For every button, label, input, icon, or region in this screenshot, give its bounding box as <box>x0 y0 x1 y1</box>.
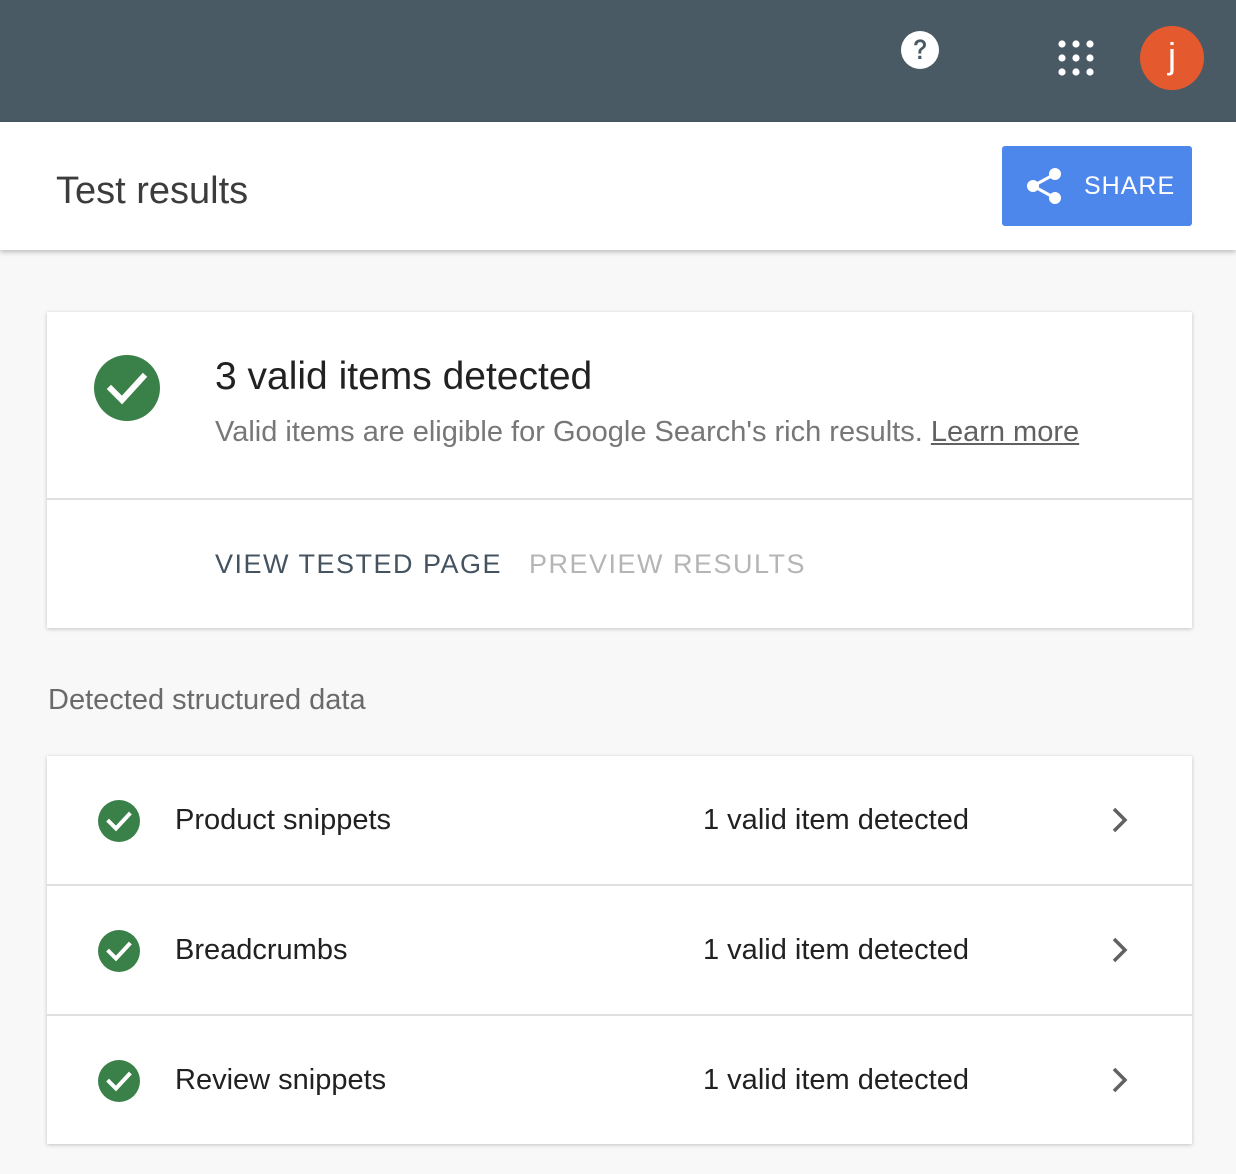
summary-title: 3 valid items detected <box>215 355 593 398</box>
list-item-breadcrumbs[interactable]: Breadcrumbs 1 valid item detected <box>47 886 1192 1014</box>
item-name: Product snippets <box>175 804 392 836</box>
check-circle-icon <box>98 930 140 972</box>
divider <box>47 498 1192 500</box>
section-heading: Detected structured data <box>48 684 366 716</box>
share-label: SHARE <box>1084 171 1176 200</box>
item-name: Review snippets <box>175 1064 387 1096</box>
chevron-right-icon <box>1112 937 1128 963</box>
chevron-right-icon <box>1112 1067 1128 1093</box>
learn-more-link[interactable]: Learn more <box>931 416 1079 448</box>
chevron-right-icon <box>1112 807 1128 833</box>
share-button[interactable]: SHARE <box>1002 146 1192 226</box>
summary-description: Valid items are eligible for Google Sear… <box>215 412 1079 452</box>
page-header: Test results SHARE <box>0 122 1236 250</box>
item-status: 1 valid item detected <box>703 1064 969 1096</box>
preview-results-button: PREVIEW RESULTS <box>529 549 807 579</box>
item-status: 1 valid item detected <box>703 934 969 966</box>
item-name: Breadcrumbs <box>175 934 348 966</box>
list-item-product-snippets[interactable]: Product snippets 1 valid item detected <box>47 756 1192 884</box>
check-circle-icon <box>98 1060 140 1102</box>
summary-description-text: Valid items are eligible for Google Sear… <box>215 416 923 448</box>
item-status: 1 valid item detected <box>703 804 969 836</box>
summary-card: 3 valid items detected Valid items are e… <box>47 312 1192 628</box>
top-app-bar: j <box>0 0 1236 122</box>
avatar[interactable]: j <box>1140 26 1204 90</box>
check-circle-icon <box>94 355 160 421</box>
page-title: Test results <box>56 170 249 212</box>
list-item-review-snippets[interactable]: Review snippets 1 valid item detected <box>47 1016 1192 1144</box>
structured-data-list: Product snippets 1 valid item detected B… <box>47 756 1192 1144</box>
check-circle-icon <box>98 800 140 842</box>
share-icon <box>1027 168 1061 204</box>
view-tested-page-button[interactable]: VIEW TESTED PAGE <box>215 544 502 584</box>
help-circle-icon[interactable] <box>900 30 940 70</box>
apps-grid-icon[interactable] <box>1058 40 1094 76</box>
